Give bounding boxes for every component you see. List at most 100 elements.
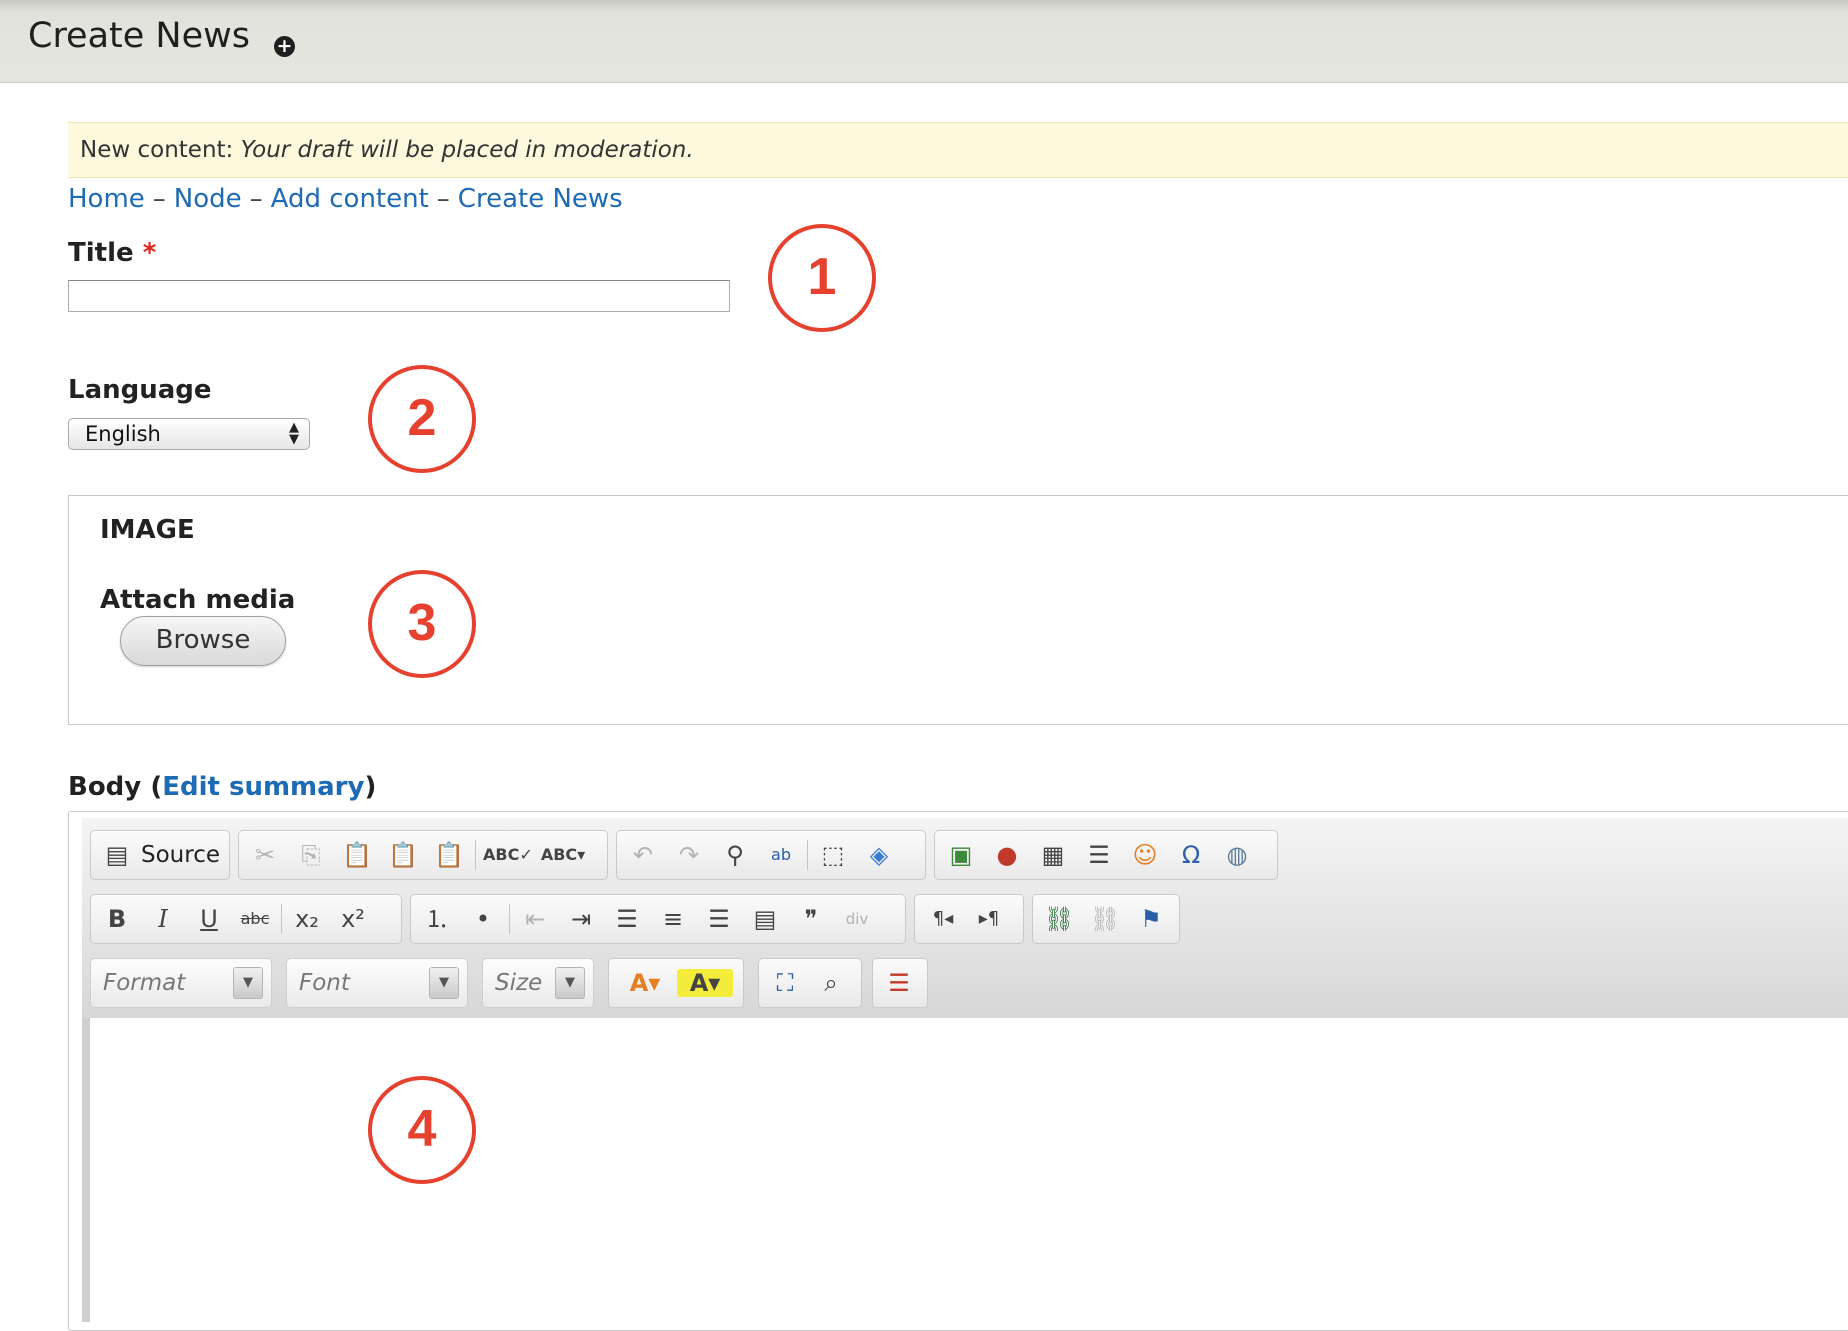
- breadcrumb-add-content[interactable]: Add content: [271, 184, 429, 214]
- plus-circle-icon[interactable]: +: [274, 36, 295, 57]
- toolbar-separator: [509, 904, 510, 934]
- edit-summary-link[interactable]: Edit summary: [162, 772, 364, 802]
- indent-icon[interactable]: ⇥: [563, 901, 599, 937]
- rtl-icon[interactable]: ▸¶: [971, 901, 1007, 937]
- insert-group: ▣ ● ▦ ☰ ☺ Ω ◍: [934, 830, 1278, 880]
- source-button[interactable]: Source: [141, 831, 220, 879]
- paste-text-icon[interactable]: 📋: [385, 837, 421, 873]
- horizontal-rule-icon[interactable]: ☰: [1081, 837, 1117, 873]
- color-group: A▾ A▾: [608, 958, 744, 1008]
- bulleted-list-icon[interactable]: •: [465, 901, 501, 937]
- breadcrumb-separator: –: [249, 184, 263, 214]
- iframe-icon[interactable]: ◍: [1219, 837, 1255, 873]
- breadcrumb-home[interactable]: Home: [68, 184, 145, 214]
- blockquote-icon[interactable]: ❞: [793, 901, 829, 937]
- basic-style-group: B I U abc x₂ x²: [90, 894, 402, 944]
- anchor-flag-icon[interactable]: ⚑: [1133, 901, 1169, 937]
- tools-group: ⛶ ⌕: [758, 958, 862, 1008]
- align-right-icon[interactable]: ☰: [701, 901, 737, 937]
- select-all-icon[interactable]: ⬚: [815, 837, 851, 873]
- remove-format-icon[interactable]: ◈: [861, 837, 897, 873]
- format-placeholder: Format: [103, 970, 186, 996]
- paragraph-group: ⒈ • ⇤ ⇥ ☰ ≡ ☰ ▤ ❞ div: [410, 894, 906, 944]
- italic-icon[interactable]: I: [145, 901, 181, 937]
- table-icon[interactable]: ▦: [1035, 837, 1071, 873]
- source-icon: ▤: [105, 841, 129, 869]
- find-icon[interactable]: ⚲: [717, 837, 753, 873]
- required-marker: *: [142, 238, 157, 268]
- spellcheck-icon[interactable]: ABC✓: [483, 837, 533, 873]
- language-label: Language: [68, 375, 212, 405]
- moderation-notice: New content: Your draft will be placed i…: [68, 122, 1848, 178]
- direction-group: ¶◂ ▸¶: [914, 894, 1024, 944]
- language-select[interactable]: English ▲ ▼: [68, 418, 310, 450]
- size-placeholder: Size: [495, 970, 543, 996]
- toolbar-separator: [281, 904, 282, 934]
- spellcheck-dropdown-icon[interactable]: ABC▾: [535, 837, 591, 873]
- cut-icon[interactable]: ✂: [247, 837, 283, 873]
- notice-label: New content:: [80, 137, 241, 163]
- chevron-down-icon[interactable]: ▼: [233, 967, 263, 999]
- chevron-down-icon[interactable]: ▼: [555, 967, 585, 999]
- ltr-icon[interactable]: ¶◂: [925, 901, 961, 937]
- image-legend: IMAGE: [100, 515, 195, 545]
- strikethrough-icon[interactable]: abc: [237, 901, 273, 937]
- text-color-icon[interactable]: A▾: [617, 965, 673, 1001]
- chevron-down-icon[interactable]: ▼: [429, 967, 459, 999]
- breadcrumb-create-news[interactable]: Create News: [458, 184, 623, 214]
- attach-media-label: Attach media: [100, 585, 296, 615]
- select-arrows-icon: ▲ ▼: [289, 420, 299, 447]
- title-input[interactable]: [68, 280, 730, 312]
- undo-icon[interactable]: ↶: [625, 837, 661, 873]
- size-combo[interactable]: Size ▼: [482, 958, 594, 1008]
- breadcrumb: Home – Node – Add content – Create News: [68, 180, 623, 218]
- paste-word-icon[interactable]: 📋: [431, 837, 467, 873]
- redo-icon[interactable]: ↷: [671, 837, 707, 873]
- div-container-icon[interactable]: div: [839, 901, 875, 937]
- copy-icon[interactable]: ⎘: [293, 837, 329, 873]
- numbered-list-icon[interactable]: ⒈: [419, 901, 455, 937]
- align-left-icon[interactable]: ☰: [609, 901, 645, 937]
- background-color-icon[interactable]: A▾: [677, 969, 733, 997]
- breadcrumb-separator: –: [152, 184, 166, 214]
- browse-button[interactable]: Browse: [120, 616, 286, 666]
- image-icon[interactable]: ▣: [943, 837, 979, 873]
- paren-open: (: [150, 772, 163, 802]
- body-edit-area[interactable]: [82, 1018, 1848, 1322]
- unlink-icon[interactable]: ⛓: [1087, 901, 1123, 937]
- pagebreak-group: ☰: [872, 958, 928, 1008]
- clipboard-group: ✂ ⎘ 📋 📋 📋 ABC✓ ABC▾: [238, 830, 608, 880]
- bold-icon[interactable]: B: [99, 901, 135, 937]
- justify-icon[interactable]: ▤: [747, 901, 783, 937]
- flash-icon[interactable]: ●: [989, 837, 1025, 873]
- align-center-icon[interactable]: ≡: [655, 901, 691, 937]
- breadcrumb-node[interactable]: Node: [174, 184, 242, 214]
- paste-icon[interactable]: 📋: [339, 837, 375, 873]
- annotation-1: 1: [768, 224, 876, 332]
- notice-message: Your draft will be placed in moderation.: [240, 137, 694, 163]
- title-label: Title *: [68, 238, 156, 268]
- breadcrumb-separator: –: [436, 184, 450, 214]
- underline-icon[interactable]: U: [191, 901, 227, 937]
- paren-close: ): [364, 772, 377, 802]
- body-label: Body (Edit summary): [68, 772, 376, 802]
- superscript-icon[interactable]: x²: [335, 901, 371, 937]
- undo-group: ↶ ↷ ⚲ ab ⬚ ◈: [616, 830, 926, 880]
- page-header: Create News +: [0, 0, 1848, 83]
- replace-icon[interactable]: ab: [763, 837, 799, 873]
- subscript-icon[interactable]: x₂: [289, 901, 325, 937]
- maximize-icon[interactable]: ⛶: [767, 965, 803, 1001]
- page-break-icon[interactable]: ☰: [881, 965, 917, 1001]
- font-combo[interactable]: Font ▼: [286, 958, 468, 1008]
- outdent-icon[interactable]: ⇤: [517, 901, 553, 937]
- smiley-icon[interactable]: ☺: [1127, 837, 1163, 873]
- annotation-4: 4: [368, 1076, 476, 1184]
- link-group: ⛓ ⛓ ⚑: [1032, 894, 1180, 944]
- page-title: Create News: [28, 16, 250, 56]
- language-select-value: English: [85, 422, 161, 446]
- show-blocks-icon[interactable]: ⌕: [813, 965, 849, 1001]
- body-label-text: Body: [68, 772, 142, 802]
- link-icon[interactable]: ⛓: [1041, 901, 1077, 937]
- format-combo[interactable]: Format ▼: [90, 958, 272, 1008]
- special-char-icon[interactable]: Ω: [1173, 837, 1209, 873]
